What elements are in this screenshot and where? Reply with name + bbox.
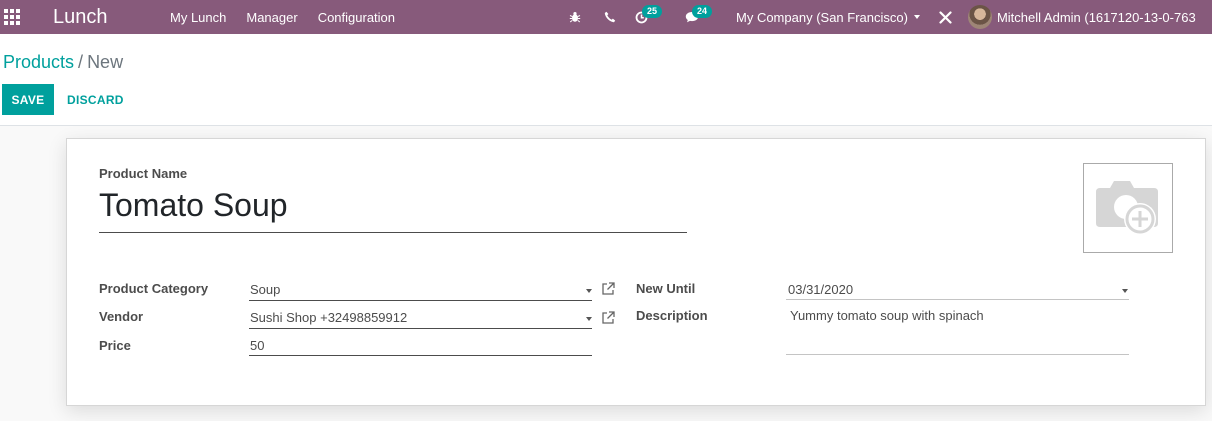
product-category-label: Product Category: [99, 281, 209, 296]
new-until-date-input[interactable]: 03/31/2020: [788, 282, 853, 297]
breadcrumb-products[interactable]: Products: [3, 52, 74, 72]
debug-button[interactable]: [563, 0, 587, 34]
bug-icon: [569, 12, 581, 23]
tools-button[interactable]: [934, 0, 958, 34]
price-label: Price: [99, 338, 131, 353]
form-sheet: Product Name Tomato Soup Product Categor…: [66, 138, 1206, 406]
external-link-icon[interactable]: [601, 311, 615, 325]
breadcrumb-current: New: [87, 52, 124, 72]
phone-button[interactable]: [597, 0, 623, 34]
discard-button[interactable]: DISCARD: [60, 84, 131, 115]
external-link-icon[interactable]: [601, 282, 615, 296]
messages-button[interactable]: 24: [681, 0, 725, 34]
menu-item-manager[interactable]: Manager: [236, 10, 307, 25]
top-navbar: Lunch My Lunch Manager Configuration 25: [0, 0, 1212, 34]
vendor-select[interactable]: Sushi Shop +32498859912: [250, 310, 407, 325]
vendor-dropdown-icon[interactable]: [586, 317, 592, 321]
activities-button[interactable]: 25: [631, 0, 675, 34]
product-image-upload[interactable]: [1083, 163, 1173, 253]
phone-icon: [604, 11, 616, 23]
price-underline: [249, 355, 592, 356]
product-name-underline: [99, 232, 687, 233]
systray: 25 24 My Company (San Francisco) Mitchel…: [560, 0, 1196, 34]
new-until-underline: [786, 299, 1129, 300]
menu-item-configuration[interactable]: Configuration: [308, 10, 405, 25]
user-avatar: [967, 5, 992, 29]
category-underline: [249, 300, 592, 301]
product-category-select[interactable]: Soup: [250, 282, 280, 297]
product-name-input[interactable]: Tomato Soup: [99, 187, 288, 224]
vendor-label: Vendor: [99, 309, 144, 324]
messages-count-badge: 24: [692, 5, 713, 18]
menu-item-my-lunch[interactable]: My Lunch: [163, 10, 236, 25]
tools-icon: [939, 10, 953, 24]
user-name: Mitchell Admin (1617120-13-0-763: [996, 9, 1196, 25]
company-switcher[interactable]: My Company (San Francisco): [736, 0, 920, 34]
apps-grid-icon: [4, 9, 20, 25]
product-name-label: Product Name: [99, 166, 188, 181]
apps-menu-toggle[interactable]: [0, 0, 46, 34]
breadcrumb-separator: /: [78, 52, 84, 72]
camera-plus-icon: [1096, 181, 1158, 235]
date-dropdown-icon[interactable]: [1122, 289, 1128, 293]
company-caret-icon: [913, 15, 920, 19]
description-label: Description: [636, 308, 708, 323]
category-dropdown-icon[interactable]: [586, 289, 592, 293]
user-menu[interactable]: Mitchell Admin (1617120-13-0-763: [967, 0, 1196, 34]
description-underline: [786, 354, 1129, 355]
description-textarea[interactable]: Yummy tomato soup with spinach: [790, 308, 984, 323]
vendor-underline: [249, 328, 592, 329]
app-brand[interactable]: Lunch: [53, 6, 163, 29]
company-name: My Company (San Francisco): [736, 9, 908, 25]
save-button[interactable]: SAVE: [2, 84, 54, 115]
breadcrumb: Products / New: [3, 52, 123, 73]
price-input[interactable]: 50: [250, 338, 264, 353]
control-panel: Products / New SAVE DISCARD: [0, 34, 1212, 126]
activities-count-badge: 25: [642, 5, 663, 18]
main-menu: My Lunch Manager Configuration: [163, 10, 405, 25]
new-until-label: New Until: [636, 281, 696, 296]
